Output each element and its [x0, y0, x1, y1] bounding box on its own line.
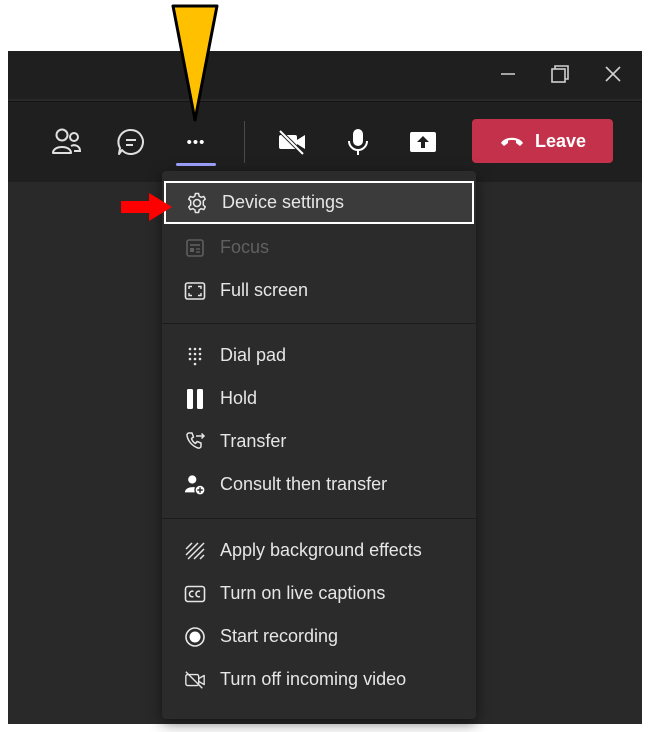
more-actions-menu: Device settings Focus Full screen Dial p…: [162, 171, 476, 719]
close-window-button[interactable]: [593, 58, 633, 90]
yellow-pointer-arrow-icon: [171, 4, 219, 122]
fullscreen-icon: [184, 280, 206, 302]
toolbar-divider: [244, 121, 245, 163]
menu-divider: [162, 323, 476, 324]
participants-button[interactable]: [44, 120, 88, 164]
more-options-icon: •••: [186, 133, 206, 151]
menu-item-consult-then-transfer[interactable]: Consult then transfer: [164, 463, 474, 506]
menu-item-hold[interactable]: Hold: [164, 377, 474, 420]
menu-item-transfer[interactable]: Transfer: [164, 420, 474, 463]
menu-item-dial-pad[interactable]: Dial pad: [164, 334, 474, 377]
meeting-toolbar: ••• Leave: [8, 101, 642, 182]
teams-meeting-window: ••• Leave Device settings Focus Full scr…: [8, 51, 642, 724]
menu-item-label: Device settings: [222, 192, 345, 212]
pause-icon: [184, 388, 206, 410]
restore-button[interactable]: [540, 58, 580, 90]
menu-item-device-settings[interactable]: Device settings: [164, 181, 474, 224]
menu-item-start-recording[interactable]: Start recording: [164, 615, 474, 658]
close-icon: [605, 66, 621, 82]
menu-item-label: Full screen: [220, 280, 309, 300]
video-off-icon: [184, 669, 206, 691]
menu-item-focus: Focus: [164, 226, 474, 269]
menu-divider: [162, 518, 476, 519]
people-icon: [52, 128, 82, 154]
camera-toggle-button[interactable]: [270, 120, 314, 164]
minimize-button[interactable]: [488, 58, 528, 90]
chat-icon: [117, 128, 144, 155]
restore-icon: [551, 65, 569, 83]
leave-button[interactable]: Leave: [472, 119, 613, 163]
video-off-icon: [278, 129, 305, 156]
background-effects-icon: [184, 540, 206, 562]
title-bar: [8, 51, 642, 99]
menu-item-turn-on-live-captions[interactable]: Turn on live captions: [164, 572, 474, 615]
microphone-button[interactable]: [336, 120, 380, 164]
red-pointer-arrow-icon: [121, 193, 172, 221]
menu-item-label: Turn on live captions: [220, 583, 386, 603]
share-content-button[interactable]: [401, 120, 445, 164]
menu-item-label: Transfer: [220, 431, 287, 451]
menu-item-label: Dial pad: [220, 345, 287, 365]
minimize-icon: [501, 73, 515, 75]
menu-item-label: Start recording: [220, 626, 339, 646]
menu-item-label: Consult then transfer: [220, 474, 388, 494]
menu-item-full-screen[interactable]: Full screen: [164, 269, 474, 312]
menu-item-label: Hold: [220, 388, 258, 408]
microphone-icon: [348, 129, 368, 155]
dialpad-icon: [184, 345, 206, 367]
menu-item-label: Turn off incoming video: [220, 669, 407, 689]
transfer-icon: [184, 431, 206, 453]
menu-item-turn-off-incoming-video[interactable]: Turn off incoming video: [164, 658, 474, 701]
gear-icon: [186, 192, 208, 214]
menu-item-label: Focus: [220, 237, 270, 257]
share-tray-icon: [410, 132, 436, 152]
consult-transfer-icon: [184, 474, 206, 496]
more-actions-button[interactable]: •••: [174, 120, 218, 164]
leave-label: Leave: [534, 130, 587, 151]
record-icon: [184, 626, 206, 648]
chat-button[interactable]: [109, 120, 153, 164]
active-indicator: [176, 163, 216, 166]
captions-icon: [184, 583, 206, 605]
menu-item-label: Apply background effects: [220, 540, 422, 560]
menu-item-apply-background-effects[interactable]: Apply background effects: [164, 529, 474, 572]
focus-icon: [184, 237, 206, 259]
hang-up-icon: [500, 137, 523, 146]
